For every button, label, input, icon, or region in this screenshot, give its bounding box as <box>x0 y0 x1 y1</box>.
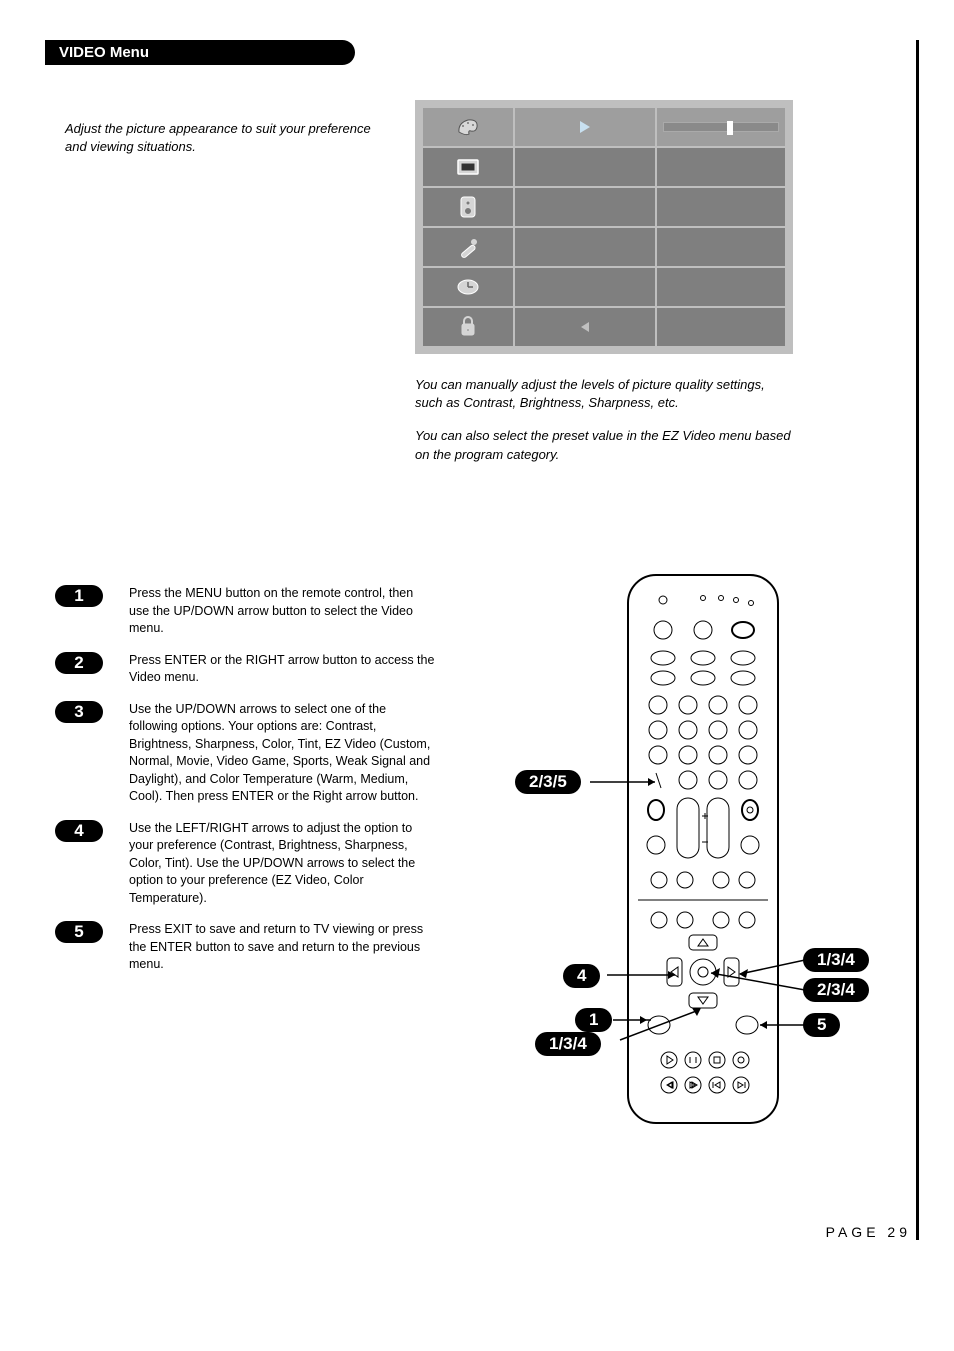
osd-caption-2: You can also select the preset value in … <box>415 427 793 463</box>
step-text: Press ENTER or the RIGHT arrow button to… <box>129 652 435 687</box>
step-item: 2 Press ENTER or the RIGHT arrow button … <box>55 652 435 687</box>
page-number: PAGE 29 <box>826 1224 911 1240</box>
intro-text: Adjust the picture appearance to suit yo… <box>65 120 390 156</box>
section-heading-text: VIDEO Menu <box>59 44 149 61</box>
step-number: 3 <box>55 701 103 723</box>
steps-list: 1 Press the MENU button on the remote co… <box>55 585 435 988</box>
step-text: Use the LEFT/RIGHT arrows to adjust the … <box>129 820 435 908</box>
osd-empty <box>657 228 785 266</box>
osd-icon-screen <box>423 148 513 186</box>
osd-caption-1: You can manually adjust the levels of pi… <box>415 376 793 412</box>
section-heading: VIDEO Menu <box>45 40 355 65</box>
clock-icon <box>457 276 479 298</box>
step-number: 1 <box>55 585 103 607</box>
osd-empty <box>657 188 785 226</box>
speaker-icon <box>458 196 478 218</box>
osd-back-cell <box>515 308 655 346</box>
step-item: 1 Press the MENU button on the remote co… <box>55 585 435 638</box>
callout-234-right: 2/3/4 <box>803 978 869 1002</box>
osd-empty <box>657 148 785 186</box>
osd-video-label-cell <box>515 108 655 146</box>
wand-icon <box>457 236 479 258</box>
osd-empty <box>515 268 655 306</box>
osd-panel: You can manually adjust the levels of pi… <box>415 100 793 479</box>
callout-134-bottom: 1/3/4 <box>535 1032 601 1056</box>
osd-empty <box>515 148 655 186</box>
osd-empty <box>657 268 785 306</box>
manual-page: VIDEO Menu Adjust the picture appearance… <box>45 40 919 1240</box>
screen-icon <box>457 159 479 175</box>
osd-empty <box>657 308 785 346</box>
step-text: Press EXIT to save and return to TV view… <box>129 921 435 974</box>
osd-empty <box>515 228 655 266</box>
osd-icon-audio <box>423 188 513 226</box>
callout-134-right: 1/3/4 <box>803 948 869 972</box>
osd-slider-cell <box>657 108 785 146</box>
osd-icon-video <box>423 108 513 146</box>
palette-icon <box>456 117 480 137</box>
step-number: 4 <box>55 820 103 842</box>
osd-icon-setup <box>423 228 513 266</box>
step-number: 5 <box>55 921 103 943</box>
osd-caption: You can manually adjust the levels of pi… <box>415 376 793 464</box>
step-item: 4 Use the LEFT/RIGHT arrows to adjust th… <box>55 820 435 908</box>
lock-icon <box>459 316 477 338</box>
step-text: Press the MENU button on the remote cont… <box>129 585 435 638</box>
callout-1: 1 <box>575 1008 612 1032</box>
callout-5-right: 5 <box>803 1013 840 1037</box>
osd-empty <box>515 188 655 226</box>
step-number: 2 <box>55 652 103 674</box>
callout-235: 2/3/5 <box>515 770 581 794</box>
step-item: 3 Use the UP/DOWN arrows to select one o… <box>55 701 435 806</box>
callout-4: 4 <box>563 964 600 988</box>
osd-icon-lock <box>423 308 513 346</box>
remote-diagram: 2/3/5 4 1 1/3/4 1/3/4 2/3/4 5 <box>515 570 954 1140</box>
osd-screenshot <box>415 100 793 354</box>
step-item: 5 Press EXIT to save and return to TV vi… <box>55 921 435 974</box>
osd-icon-timer <box>423 268 513 306</box>
step-text: Use the UP/DOWN arrows to select one of … <box>129 701 435 806</box>
